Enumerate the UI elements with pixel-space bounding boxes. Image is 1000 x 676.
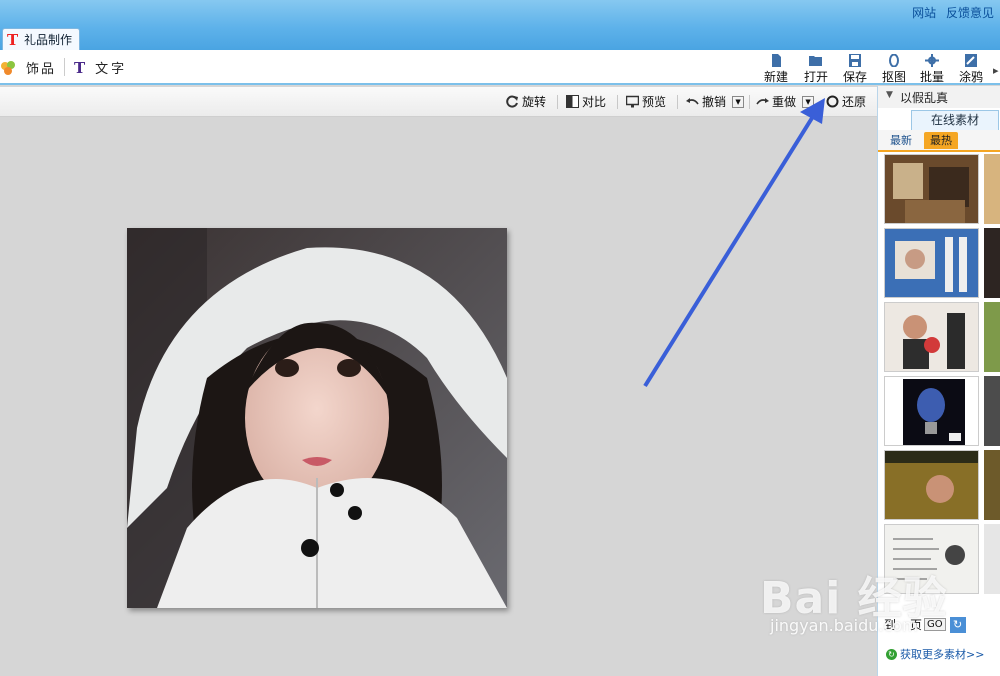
material-thumb[interactable] [984,302,1000,372]
panel-header[interactable]: ▼ 以假乱真 [878,86,1000,108]
material-thumb[interactable] [884,228,979,298]
refresh-icon[interactable]: ↻ [949,616,966,633]
material-thumb[interactable] [984,450,1000,520]
material-thumb[interactable] [984,524,1000,594]
refresh-green-icon: ↻ [886,648,897,660]
subtab-hottest[interactable]: 最热 [924,132,958,149]
subtab-latest[interactable]: 最新 [884,132,918,149]
material-thumb[interactable] [984,228,1000,298]
material-thumb[interactable] [884,376,979,446]
tab-online-material[interactable]: 在线素材 [911,110,999,130]
watermark-url: jingyan.baidu.com [770,616,918,635]
baidu-jingyan-watermark: Bai 经验 jingyan.baidu.com [760,562,948,635]
material-thumb[interactable] [884,154,979,224]
more-materials-link[interactable]: ↻ 获取更多素材>> [886,646,984,662]
material-thumb[interactable] [984,376,1000,446]
panel-subtabs: 最新 最热 [878,130,1000,152]
collapse-triangle-icon: ▼ [886,90,893,100]
material-thumb[interactable] [884,302,979,372]
panel-title: 以假乱真 [900,91,949,105]
material-thumb[interactable] [984,154,1000,224]
arrow-shaft [643,116,814,388]
material-thumb[interactable] [884,450,979,520]
